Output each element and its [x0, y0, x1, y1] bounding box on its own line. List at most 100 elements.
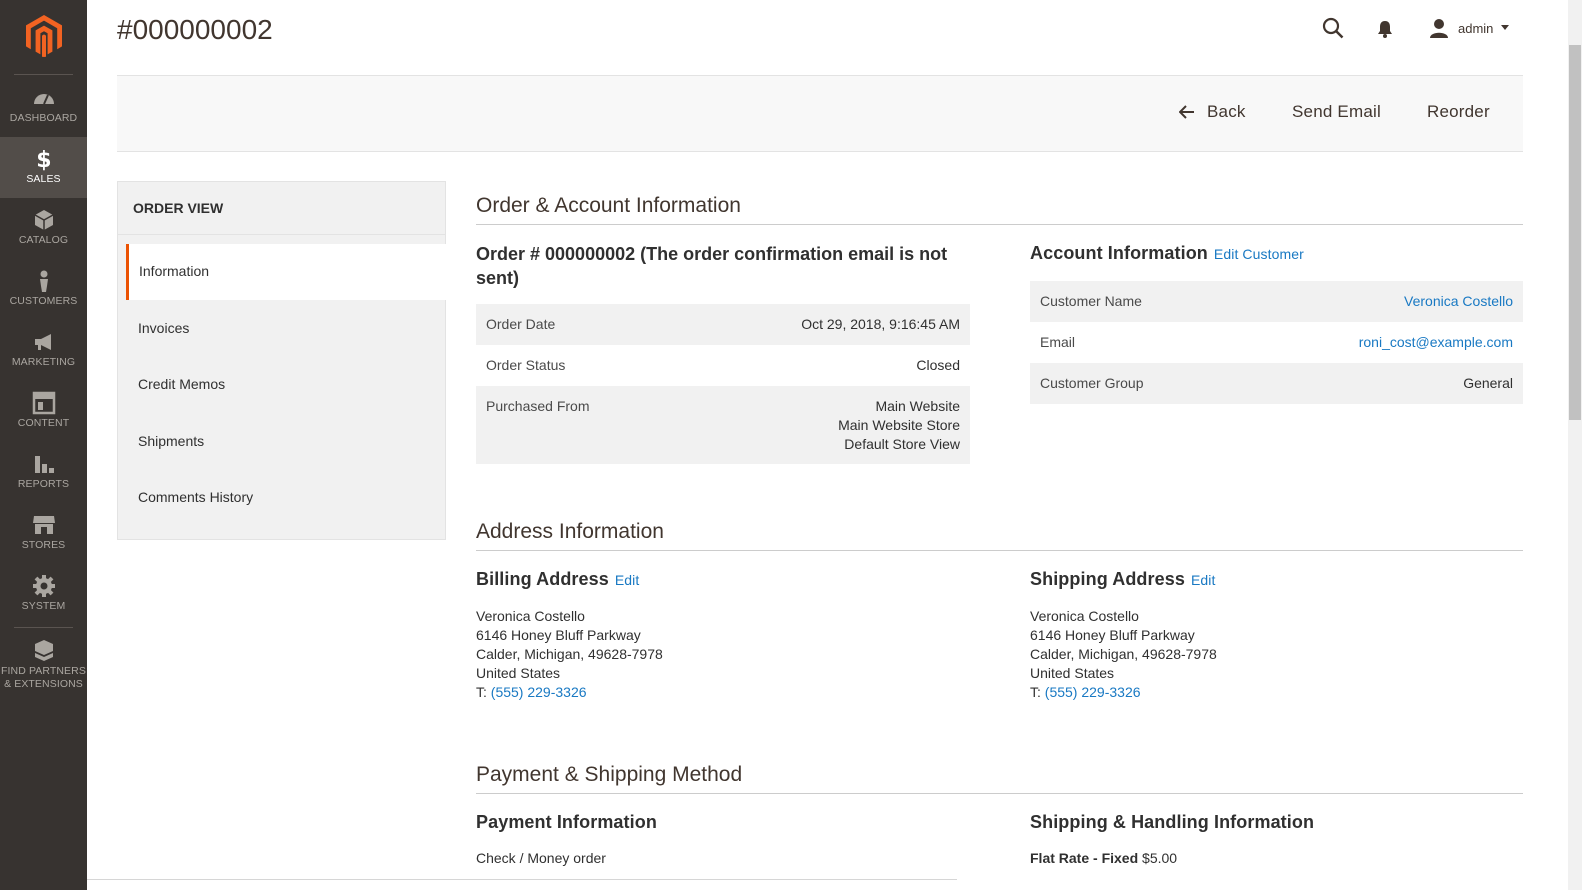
order-view-tabs: ORDER VIEW Information Invoices Credit M… [117, 181, 446, 540]
billing-address: Veronica Costello 6146 Honey Bluff Parkw… [476, 607, 663, 702]
caret-down-icon [1501, 25, 1510, 30]
edit-customer-link[interactable]: Edit Customer [1214, 246, 1304, 262]
order-view-title: ORDER VIEW [118, 182, 445, 235]
nav-stores[interactable]: STORES [0, 503, 87, 564]
send-email-button[interactable]: Send Email [1292, 102, 1381, 122]
svg-text:$: $ [36, 148, 51, 171]
purchased-from-value: Main Website Main Website Store Default … [838, 397, 960, 454]
order-date-value: Oct 29, 2018, 9:16:45 AM [801, 316, 960, 332]
tab-credit-memos[interactable]: Credit Memos [126, 357, 446, 413]
purchased-from-view: Default Store View [844, 436, 960, 452]
admin-sidebar: DASHBOARD $ SALES CATALOG CUSTOMERS MARK… [0, 0, 87, 890]
nav-system[interactable]: SYSTEM [0, 564, 87, 625]
gear-icon [32, 575, 55, 597]
reorder-button[interactable]: Reorder [1427, 102, 1490, 122]
payment-method: Check / Money order [476, 850, 606, 866]
customer-name-link[interactable]: Veronica Costello [1404, 292, 1513, 311]
nav-find-partners[interactable]: FIND PARTNERS & EXTENSIONS [0, 631, 87, 697]
nav-label-line2: & EXTENSIONS [4, 678, 83, 690]
nav-label: SYSTEM [21, 600, 66, 612]
magento-logo-icon [25, 15, 62, 57]
shipping-city: Calder, Michigan, 49628-7978 [1030, 646, 1217, 662]
order-account-section-title: Order & Account Information [476, 194, 1523, 225]
order-date-label: Order Date [486, 316, 556, 332]
shipping-handling-title: Shipping & Handling Information [1030, 812, 1315, 832]
nav-label: SALES [26, 173, 61, 185]
bar-chart-icon [34, 456, 54, 473]
megaphone-icon [34, 334, 51, 350]
page-actions-bar: Back Send Email Reorder [117, 75, 1523, 152]
email-link[interactable]: roni_cost@example.com [1359, 333, 1513, 352]
scrollbar-thumb[interactable] [1569, 45, 1581, 420]
sidebar-divider [14, 74, 73, 75]
billing-street: 6146 Honey Bluff Parkway [476, 627, 641, 643]
box-icon [34, 210, 53, 230]
nav-reports[interactable]: REPORTS [0, 442, 87, 503]
shipping-country: United States [1030, 665, 1115, 681]
sidebar-divider [14, 627, 73, 628]
tab-comments-history[interactable]: Comments History [126, 470, 446, 526]
nav-label: MARKETING [11, 356, 76, 368]
account-info-heading: Account Information [1030, 243, 1208, 263]
nav-label: CATALOG [18, 234, 69, 246]
nav-dashboard[interactable]: DASHBOARD [0, 76, 87, 137]
back-button-label: Back [1207, 102, 1246, 121]
nav-customers[interactable]: CUSTOMERS [0, 259, 87, 320]
bell-icon[interactable] [1376, 19, 1394, 39]
shipping-phone-line: T: (555) 229-3326 [1030, 683, 1217, 702]
purchased-from-label: Purchased From [486, 398, 590, 414]
order-status-value: Closed [916, 357, 960, 373]
layout-icon [32, 391, 55, 415]
nav-label: STORES [21, 539, 66, 551]
nav-label: REPORTS [17, 478, 70, 490]
back-button[interactable]: Back [1179, 102, 1246, 122]
billing-city: Calder, Michigan, 49628-7978 [476, 646, 663, 662]
shipping-phone-link[interactable]: (555) 229-3326 [1045, 684, 1141, 700]
customer-name-label: Customer Name [1040, 293, 1142, 309]
shipping-address: Veronica Costello 6146 Honey Bluff Parkw… [1030, 607, 1217, 702]
shipping-method-price: $5.00 [1142, 850, 1178, 866]
account-info-title: Account Information Edit Customer [1030, 243, 1304, 264]
tab-invoices[interactable]: Invoices [126, 301, 446, 357]
address-section-title: Address Information [476, 520, 1523, 551]
dashboard-icon [33, 94, 54, 105]
payment-info-title: Payment Information [476, 812, 657, 832]
search-icon[interactable] [1322, 17, 1344, 39]
purchased-from-store: Main Website Store [838, 417, 960, 433]
user-icon [1430, 19, 1448, 38]
tab-shipments[interactable]: Shipments [126, 414, 446, 470]
nav-marketing[interactable]: MARKETING [0, 320, 87, 381]
admin-user-menu[interactable]: admin [1429, 17, 1510, 39]
billing-address-title: Billing Address Edit [476, 569, 639, 590]
payment-shipping-section-title: Payment & Shipping Method [476, 763, 1523, 794]
billing-phone-link[interactable]: (555) 229-3326 [491, 684, 587, 700]
page-title: #000000002 [117, 14, 273, 45]
magento-logo[interactable] [0, 0, 87, 72]
customer-group-value: General [1463, 375, 1513, 391]
storefront-icon [32, 516, 55, 534]
arrow-left-icon [1179, 105, 1194, 119]
billing-country: United States [476, 665, 561, 681]
order-info-table: Order Date Oct 29, 2018, 9:16:45 AM Orde… [476, 304, 970, 464]
billing-address-heading: Billing Address [476, 569, 609, 589]
nav-label: CUSTOMERS [9, 295, 78, 307]
tab-information[interactable]: Information [126, 244, 446, 300]
cube-stack-icon [34, 640, 53, 661]
customer-group-label: Customer Group [1040, 375, 1144, 391]
order-status-row: Order Status Closed [476, 345, 970, 386]
nav-sales[interactable]: $ SALES [0, 137, 87, 198]
admin-username: admin [1458, 20, 1494, 36]
order-number-title: Order # 000000002 (The order confirmatio… [476, 244, 948, 288]
page-scrollbar[interactable] [1568, 0, 1582, 890]
edit-billing-link[interactable]: Edit [615, 572, 640, 588]
shipping-street: 6146 Honey Bluff Parkway [1030, 627, 1195, 643]
nav-label: FIND PARTNERS [1, 665, 86, 677]
billing-phone-line: T: (555) 229-3326 [476, 683, 663, 702]
order-status-label: Order Status [486, 357, 566, 373]
nav-catalog[interactable]: CATALOG [0, 198, 87, 259]
email-label: Email [1040, 334, 1076, 350]
nav-content[interactable]: CONTENT [0, 381, 87, 442]
edit-shipping-link[interactable]: Edit [1191, 572, 1216, 588]
person-icon [39, 270, 48, 292]
shipping-method: Flat Rate - Fixed $5.00 [1030, 850, 1177, 866]
